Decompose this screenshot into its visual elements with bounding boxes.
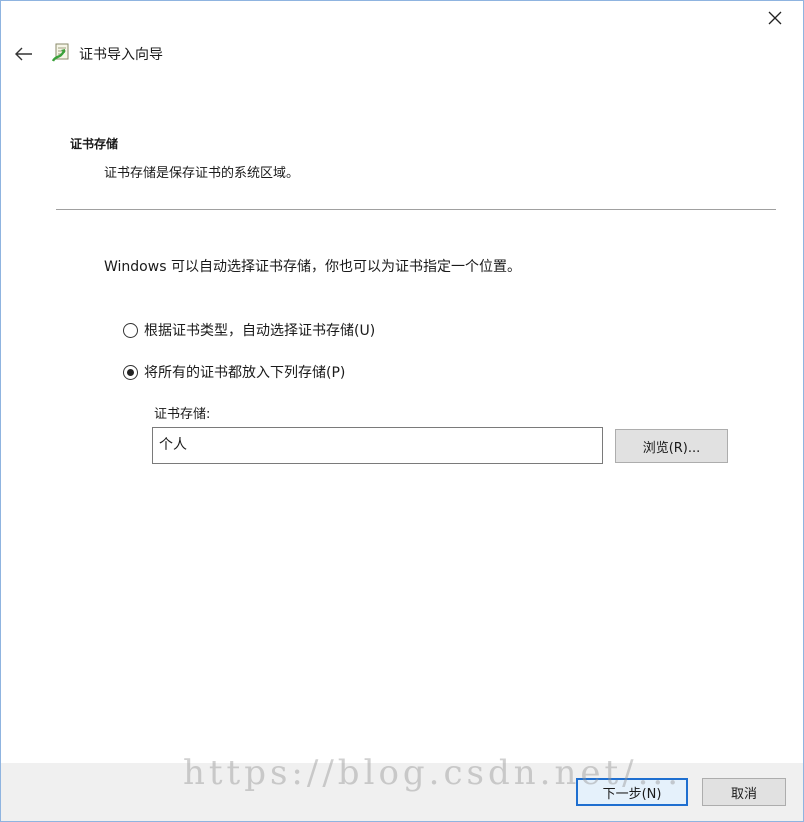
radio-place-all[interactable] <box>123 364 138 380</box>
certificate-import-wizard-window: 证书导入向导 证书存储 证书存储是保存证书的系统区域。 Windows 可以自动… <box>0 0 804 822</box>
option-auto-select-label: 根据证书类型，自动选择证书存储(U) <box>144 323 376 339</box>
certificate-store-field[interactable]: 个人 <box>152 427 603 464</box>
back-button[interactable] <box>11 41 37 67</box>
radio-selected-dot <box>127 368 134 376</box>
close-button[interactable] <box>755 3 795 33</box>
back-arrow-icon <box>15 47 32 61</box>
section-heading: 证书存储 <box>70 137 119 151</box>
cancel-button[interactable]: 取消 <box>702 778 786 806</box>
browse-button[interactable]: 浏览(R)... <box>615 429 728 463</box>
wizard-title: 证书导入向导 <box>79 47 163 63</box>
store-label: 证书存储: <box>154 407 211 422</box>
section-description: 证书存储是保存证书的系统区域。 <box>104 166 300 181</box>
header-divider <box>56 209 776 210</box>
close-icon <box>768 11 782 25</box>
next-button[interactable]: 下一步(N) <box>576 778 688 806</box>
intro-text: Windows 可以自动选择证书存储，你也可以为证书指定一个位置。 <box>104 259 521 275</box>
option-place-all[interactable]: 将所有的证书都放入下列存储(P) <box>123 362 345 382</box>
certificate-wizard-icon <box>51 43 69 62</box>
option-place-all-label: 将所有的证书都放入下列存储(P) <box>144 365 346 381</box>
option-auto-select[interactable]: 根据证书类型，自动选择证书存储(U) <box>123 320 375 340</box>
radio-auto-select[interactable] <box>123 322 138 338</box>
